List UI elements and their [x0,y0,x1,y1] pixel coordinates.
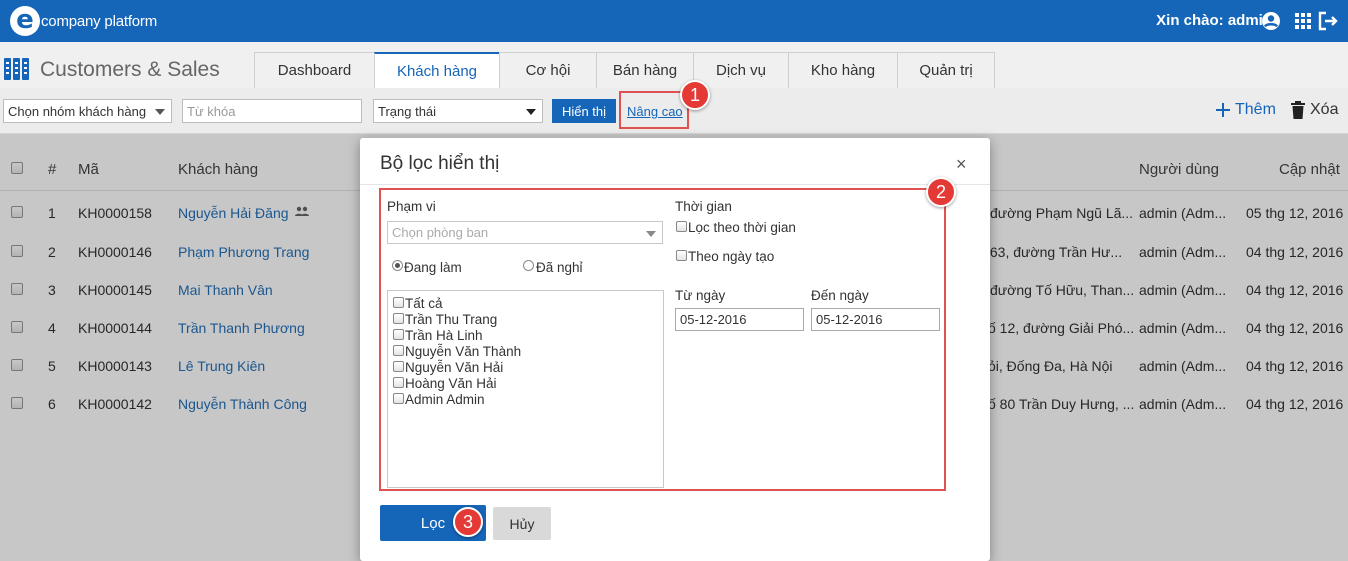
apps-grid-icon[interactable] [1292,10,1314,32]
user-checkbox[interactable] [393,313,404,324]
tab-opportunities[interactable]: Cơ hội [499,52,597,88]
logo-icon: e [10,6,40,36]
user-checkbox[interactable] [393,329,404,340]
filter-button-label: Lọc [420,514,446,532]
chevron-down-icon [155,109,165,115]
callout-badge-2: 2 [926,177,956,207]
scope-label: Phạm vi [387,199,436,214]
radio-quit-label: Đã nghỉ [536,260,583,275]
department-select-placeholder: Chọn phòng ban [392,225,489,240]
logo[interactable]: e company platform [10,4,157,38]
callout-badge-3: 3 [453,507,483,537]
add-button-label: Thêm [1235,101,1276,118]
user-option-label: Nguyễn Văn Hải [405,360,504,375]
chevron-down-icon [646,231,656,237]
module-title: Customers & Sales [40,58,220,81]
tab-services[interactable]: Dịch vụ [693,52,789,88]
radio-working-label: Đang làm [404,260,462,275]
dialog-title: Bộ lọc hiển thị [380,153,500,174]
delete-button[interactable]: Xóa [1290,101,1338,119]
logo-text: company platform [41,12,158,30]
logout-icon[interactable] [1317,10,1339,32]
dialog-divider [360,184,990,185]
user-checkbox[interactable] [393,393,404,404]
module-tabs: Dashboard Khách hàng Cơ hội Bán hàng Dịc… [254,52,995,89]
advanced-link[interactable]: Nâng cao [627,104,683,119]
greeting: Xin chào: admin [1156,12,1272,29]
delete-button-label: Xóa [1310,101,1339,118]
user-checkbox[interactable] [393,297,404,308]
callout-badge-1: 1 [680,80,710,110]
filter-by-time-label: Lọc theo thời gian [688,220,796,235]
status-select[interactable]: Trạng thái [373,99,543,123]
add-button[interactable]: Thêm [1215,101,1276,119]
time-label: Thời gian [675,199,732,214]
tab-customers[interactable]: Khách hàng [374,52,500,89]
tab-dashboard[interactable]: Dashboard [254,52,375,88]
to-date-input[interactable]: 05-12-2016 [811,308,940,331]
department-select[interactable]: Chọn phòng ban [387,221,663,244]
tab-warehouse[interactable]: Kho hàng [788,52,898,88]
user-option-label: Admin Admin [405,392,485,407]
user-checkbox[interactable] [393,345,404,356]
top-bar: e company platform Xin chào: admin [0,0,1348,42]
plus-icon [1216,103,1230,117]
from-date-input[interactable]: 05-12-2016 [675,308,804,331]
radio-working[interactable] [392,260,403,271]
user-option-label: Hoàng Văn Hải [405,376,497,391]
customer-group-select[interactable]: Chọn nhóm khách hàng [3,99,172,123]
user-option-label: Trần Thu Trang [405,312,498,327]
customer-group-select-value: Chọn nhóm khách hàng [8,104,147,119]
close-icon[interactable]: × [956,154,967,175]
trash-icon [1291,101,1305,119]
display-filter-dialog: Bộ lọc hiển thị × Phạm vi Chọn phòng ban… [360,138,990,561]
to-date-label: Đến ngày [811,288,869,303]
user-checkbox[interactable] [393,377,404,388]
by-created-date-checkbox[interactable] [676,250,687,261]
by-created-date-label: Theo ngày tạo [688,249,775,264]
tab-admin[interactable]: Quản trị [897,52,995,88]
radio-quit[interactable] [523,260,534,271]
filter-by-time-checkbox[interactable] [676,221,687,232]
keyword-input[interactable]: Từ khóa [182,99,362,123]
user-icon[interactable] [1260,10,1282,32]
cancel-button[interactable]: Hủy [493,507,551,540]
status-select-value: Trạng thái [378,104,437,119]
user-option-label: Nguyễn Văn Thành [405,344,522,359]
module-grid-icon [4,58,29,80]
user-option-label: Tất cả [405,296,443,311]
user-checkbox[interactable] [393,361,404,372]
show-button[interactable]: Hiển thị [552,99,616,123]
tab-sales[interactable]: Bán hàng [596,52,694,88]
user-option-label: Trần Hà Linh [405,328,483,343]
chevron-down-icon [526,109,536,115]
from-date-label: Từ ngày [675,288,726,303]
